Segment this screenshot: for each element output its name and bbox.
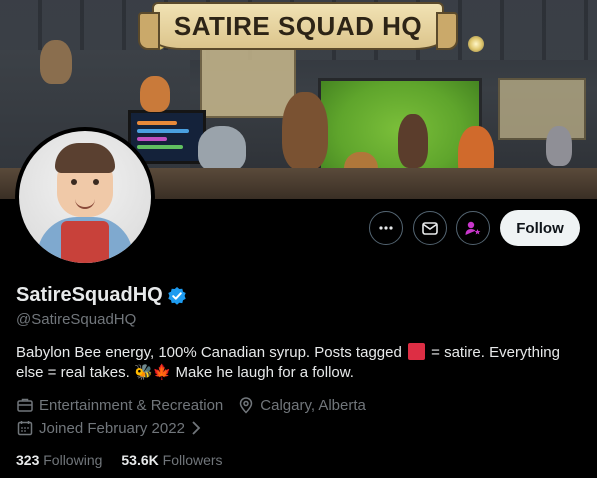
bee-maple-emoji: 🐝🍁 — [133, 364, 172, 381]
profile-bio: Babylon Bee energy, 100% Canadian syrup.… — [16, 343, 576, 383]
followers-label: Followers — [162, 452, 223, 468]
followers-link[interactable]: 53.6K Followers — [121, 452, 222, 468]
calendar-icon — [17, 421, 33, 436]
follow-button[interactable]: Follow — [500, 210, 580, 246]
banner-map — [200, 48, 296, 118]
profile-joined-row[interactable]: Joined February 2022 — [16, 419, 216, 437]
banner-lamp — [468, 36, 484, 52]
bio-text: Babylon Bee energy, 100% Canadian syrup.… — [16, 344, 406, 361]
banner-critter — [40, 40, 72, 84]
more-button[interactable] — [369, 211, 403, 245]
more-icon — [379, 226, 393, 230]
followers-count: 53.6K — [121, 452, 159, 468]
banner-critter — [546, 126, 572, 166]
banner-critter — [398, 114, 428, 168]
bio-text: Make he laugh for a follow. — [171, 364, 354, 381]
display-name-row: SatireSquadHQ — [16, 284, 187, 307]
banner-critter — [198, 126, 246, 172]
category-label: Entertainment & Recreation — [39, 396, 224, 414]
profile-meta-row: Entertainment & Recreation Calgary, Albe… — [16, 396, 380, 414]
following-count: 323 — [16, 452, 40, 468]
banner-title: SATIRE SQUAD HQ — [138, 2, 458, 50]
avatar-image — [19, 131, 151, 263]
chevron-right-icon — [192, 421, 201, 435]
subscribe-person-icon — [465, 221, 481, 235]
joined-label: Joined February 2022 — [39, 419, 185, 437]
banner-map-right — [498, 78, 586, 140]
profile-joined[interactable]: Joined February 2022 — [16, 419, 202, 437]
verified-badge-icon[interactable] — [167, 286, 187, 306]
profile-avatar[interactable] — [15, 127, 155, 267]
subscribe-button[interactable] — [456, 211, 490, 245]
follow-stats: 323 Following 53.6K Followers — [16, 452, 223, 468]
profile-location: Calgary, Alberta — [237, 396, 366, 414]
profile-handle: @SatireSquadHQ — [16, 311, 137, 328]
display-name: SatireSquadHQ — [16, 284, 163, 306]
location-pin-icon — [240, 397, 253, 414]
message-button[interactable] — [413, 211, 447, 245]
banner-critter — [140, 76, 170, 112]
profile-category: Entertainment & Recreation — [16, 396, 223, 414]
banner-critter — [282, 92, 328, 170]
following-label: Following — [43, 452, 103, 468]
briefcase-icon — [17, 398, 33, 412]
red-square-icon — [407, 343, 425, 360]
location-label: Calgary, Alberta — [260, 396, 366, 414]
mail-icon — [422, 222, 438, 235]
following-link[interactable]: 323 Following — [16, 452, 102, 468]
